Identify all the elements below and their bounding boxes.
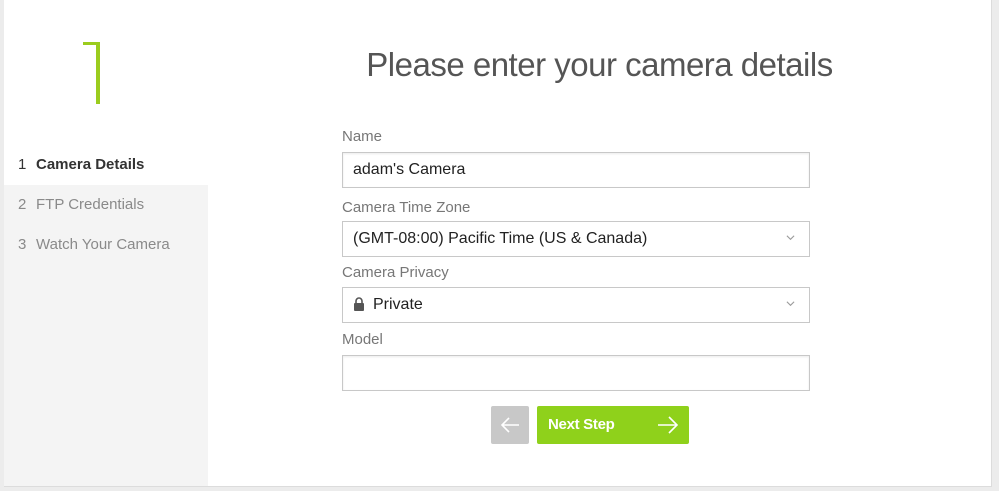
arrow-right-icon <box>658 416 679 434</box>
step-number: 1 <box>18 156 27 173</box>
sidebar-inactive-steps-background <box>4 185 208 486</box>
model-label: Model <box>342 331 383 348</box>
name-label: Name <box>342 128 383 145</box>
sidebar-item-camera-details[interactable]: 1 Camera Details <box>18 156 144 173</box>
arrow-left-icon <box>500 417 519 433</box>
step-number: 2 <box>18 196 27 213</box>
model-field-box <box>342 355 810 391</box>
wizard-panel: 1 Camera Details 2 FTP Credentials 3 Watch … <box>4 0 992 487</box>
name-field-box <box>342 152 810 188</box>
privacy-select[interactable]: Private <box>342 287 810 323</box>
lock-icon <box>354 297 364 311</box>
chevron-down-icon <box>786 235 795 241</box>
step-label: FTP Credentials <box>36 196 145 213</box>
sidebar-item-ftp-credentials[interactable]: 2 FTP Credentials <box>18 196 144 213</box>
sidebar-item-watch-your-camera[interactable]: 3 Watch Your Camera <box>18 236 170 253</box>
step-label: Watch Your Camera <box>36 236 170 253</box>
privacy-value: Private <box>373 296 423 313</box>
next-step-label: Next Step <box>548 416 615 433</box>
page-title: Please enter your camera details <box>366 46 833 83</box>
current-step-number <box>79 38 103 104</box>
timezone-value: (GMT-08:00) Pacific Time (US & Canada) <box>353 230 648 247</box>
chevron-down-icon <box>786 301 795 307</box>
next-step-button[interactable]: Next Step <box>537 406 689 444</box>
timezone-select[interactable]: (GMT-08:00) Pacific Time (US & Canada) <box>342 221 810 257</box>
privacy-label: Camera Privacy <box>342 264 449 281</box>
step-label: Camera Details <box>36 156 145 173</box>
name-input[interactable] <box>343 153 809 187</box>
steps-sidebar: 1 Camera Details 2 FTP Credentials 3 Watch … <box>4 0 208 486</box>
model-input[interactable] <box>343 356 809 390</box>
timezone-label: Camera Time Zone <box>342 199 471 216</box>
sidebar-header <box>4 0 208 147</box>
step-number: 3 <box>18 236 27 253</box>
back-button[interactable] <box>491 406 529 444</box>
